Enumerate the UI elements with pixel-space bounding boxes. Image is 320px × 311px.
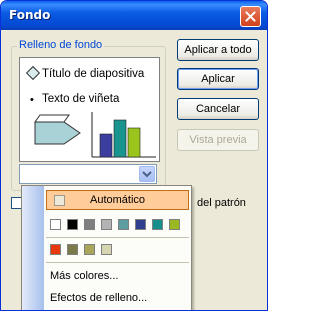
color-swatch[interactable] xyxy=(118,219,129,230)
combo-dropdown-button[interactable] xyxy=(139,166,155,182)
background-fill-label: Relleno de fondo xyxy=(17,39,105,51)
title-bar[interactable]: Fondo xyxy=(1,1,267,30)
color-swatch[interactable] xyxy=(169,219,180,230)
color-swatch[interactable] xyxy=(67,244,78,255)
color-swatch[interactable] xyxy=(84,219,95,230)
diamond-bullet-icon xyxy=(25,65,41,81)
close-button[interactable] xyxy=(240,6,261,27)
more-colors-item[interactable]: Más colores... xyxy=(50,270,118,282)
preview-bar-2 xyxy=(113,119,127,158)
preview-bullet: • xyxy=(30,94,34,106)
color-swatch[interactable] xyxy=(101,244,112,255)
color-swatch[interactable] xyxy=(101,219,112,230)
preview-bar-chart xyxy=(91,112,156,158)
color-swatch[interactable] xyxy=(50,219,61,230)
omit-master-graphics-label: del patrón xyxy=(197,197,246,209)
background-dialog: Fondo Relleno de fondo Título de diaposi… xyxy=(0,0,268,311)
apply-all-button[interactable]: Aplicar a todo xyxy=(177,39,259,61)
menu-separator xyxy=(46,237,189,238)
automatic-color-option[interactable]: Automático xyxy=(46,190,189,210)
window-title: Fondo xyxy=(9,8,51,22)
menu-separator xyxy=(46,262,189,263)
automatic-color-label: Automático xyxy=(89,194,146,206)
color-swatch[interactable] xyxy=(67,219,78,230)
pentagon-arrow-icon xyxy=(34,114,81,145)
preview-slide-title: Título de diapositiva xyxy=(42,68,145,80)
close-icon xyxy=(245,11,256,22)
fill-effects-item[interactable]: Efectos de relleno... xyxy=(50,292,147,304)
slide-preview: Título de diapositiva • Texto de viñeta xyxy=(19,57,160,162)
cancel-button[interactable]: Cancelar xyxy=(177,98,259,120)
fill-color-dropdown: Automático Más colores... Efectos de rel… xyxy=(21,185,192,310)
menu-side-strip xyxy=(22,186,44,310)
apply-button[interactable]: Aplicar xyxy=(177,68,259,90)
preview-bullet-text: Texto de viñeta xyxy=(42,93,120,105)
color-swatch[interactable] xyxy=(50,244,61,255)
fill-color-combo[interactable] xyxy=(19,164,157,184)
color-swatch[interactable] xyxy=(84,244,95,255)
preview-button: Vista previa xyxy=(177,129,259,151)
chevron-down-icon xyxy=(142,171,152,178)
color-swatch[interactable] xyxy=(152,219,163,230)
preview-bar-3 xyxy=(127,127,141,158)
color-swatch[interactable] xyxy=(135,219,146,230)
preview-bar-1 xyxy=(99,133,113,158)
